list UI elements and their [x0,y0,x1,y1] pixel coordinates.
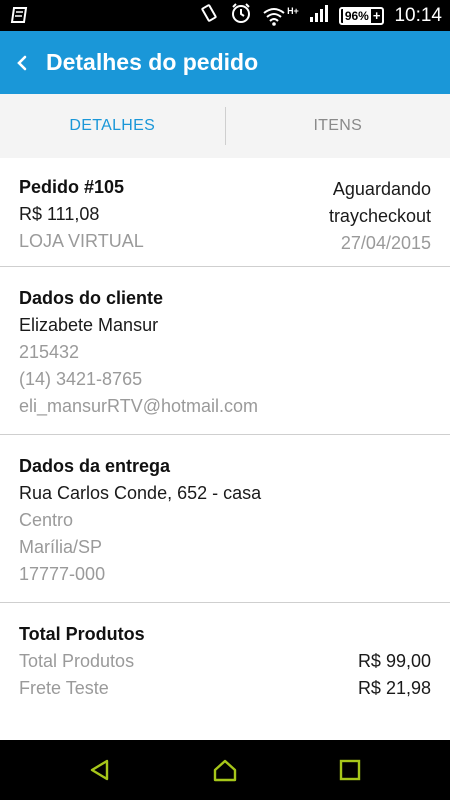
delivery-street: Rua Carlos Conde, 652 - casa [19,483,262,503]
totals-section: Total Produtos Total Produtos R$ 99,00 F… [0,603,450,702]
status-icons: H+ 96% + 10:14 [198,0,442,31]
delivery-zip: 17777-000 [19,564,106,584]
battery-level: 96% [342,8,371,23]
alarm-icon [230,2,252,29]
order-summary-section: Pedido #105 R$ 111,08 LOJA VIRTUAL Aguar… [0,158,450,267]
client-name: Elizabete Mansur [19,315,159,335]
vibrate-icon [198,3,220,28]
totals-row-label: Frete Teste [19,678,109,698]
nav-home-button[interactable] [209,754,241,786]
client-id: 215432 [19,342,80,362]
totals-row: Total Produtos R$ 99,00 [19,648,431,675]
order-date: 27/04/2015 [340,233,431,253]
delivery-section: Dados da entrega Rua Carlos Conde, 652 -… [0,435,450,603]
status-bar: H+ 96% + 10:14 [0,0,450,31]
navigation-bar [0,740,450,800]
back-button[interactable] [2,31,42,94]
page-title: Detalhes do pedido [46,49,259,75]
nav-recents-button[interactable] [334,754,366,786]
totals-row-value: R$ 21,98 [357,678,431,698]
delivery-city: Marília/SP [19,537,103,557]
client-section: Dados do cliente Elizabete Mansur 215432… [0,267,450,435]
totals-row-label: Total Produtos [19,651,135,671]
delivery-heading: Dados da entrega [19,456,171,476]
client-email: eli_mansurRTV@hotmail.com [19,396,259,416]
nav-back-button[interactable] [84,754,116,786]
client-heading: Dados do cliente [19,288,164,308]
totals-heading: Total Produtos [19,624,145,644]
notification-icon [10,6,30,24]
delivery-district: Centro [19,510,74,530]
network-type: H+ [287,5,299,16]
tab-detalhes[interactable]: DETALHES [0,117,225,135]
nav-home-icon [213,759,237,782]
wifi-icon: H+ [262,6,299,26]
order-summary-left: Pedido #105 R$ 111,08 LOJA VIRTUAL [19,174,144,255]
app-bar: Detalhes do pedido [0,31,450,94]
order-store: LOJA VIRTUAL [19,231,144,251]
battery-icon: 96% + [338,6,385,25]
clock: 10:14 [394,4,442,26]
tab-bar: DETALHES ITENS [0,94,450,158]
back-arrow-icon [17,55,27,70]
nav-recents-square-icon [339,759,361,781]
totals-row-value: R$ 99,00 [357,651,431,671]
signal-icon [309,4,329,27]
order-details: Pedido #105 R$ 111,08 LOJA VIRTUAL Aguar… [0,158,450,702]
nav-back-triangle-icon [90,759,109,781]
charging-icon: + [372,8,381,23]
totals-row: Frete Teste R$ 21,98 [19,675,431,702]
order-total: R$ 111,08 [19,204,100,224]
order-status-provider: traycheckout [328,206,431,226]
client-phone: (14) 3421-8765 [19,369,143,389]
order-number: Pedido #105 [19,177,125,197]
order-summary-right: Aguardando traycheckout 27/04/2015 [329,176,431,257]
order-status: Aguardando [332,179,431,199]
tab-itens[interactable]: ITENS [226,117,450,135]
